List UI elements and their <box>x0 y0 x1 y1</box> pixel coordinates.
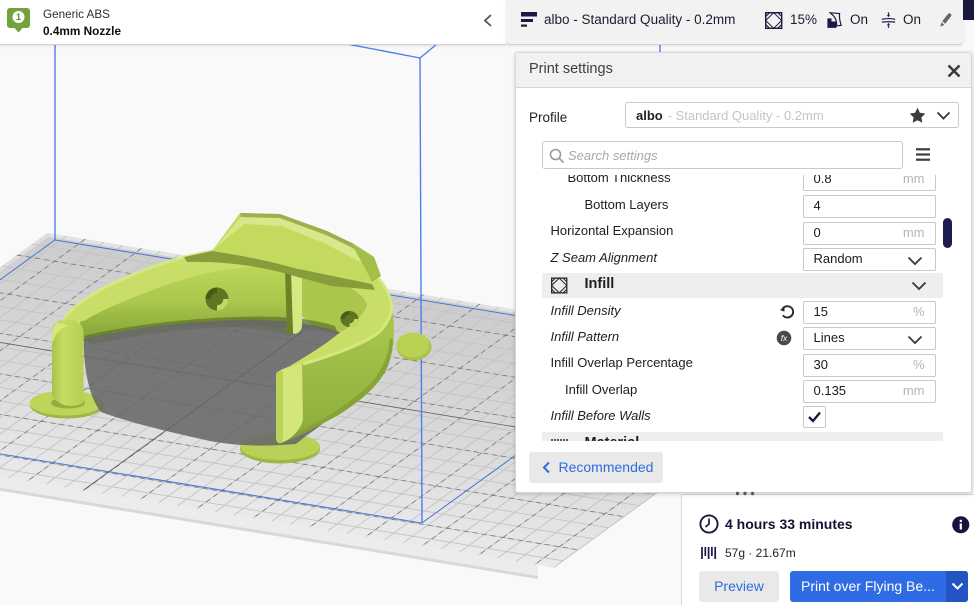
svg-text:1: 1 <box>16 12 21 22</box>
svg-text:fx: fx <box>781 333 788 343</box>
